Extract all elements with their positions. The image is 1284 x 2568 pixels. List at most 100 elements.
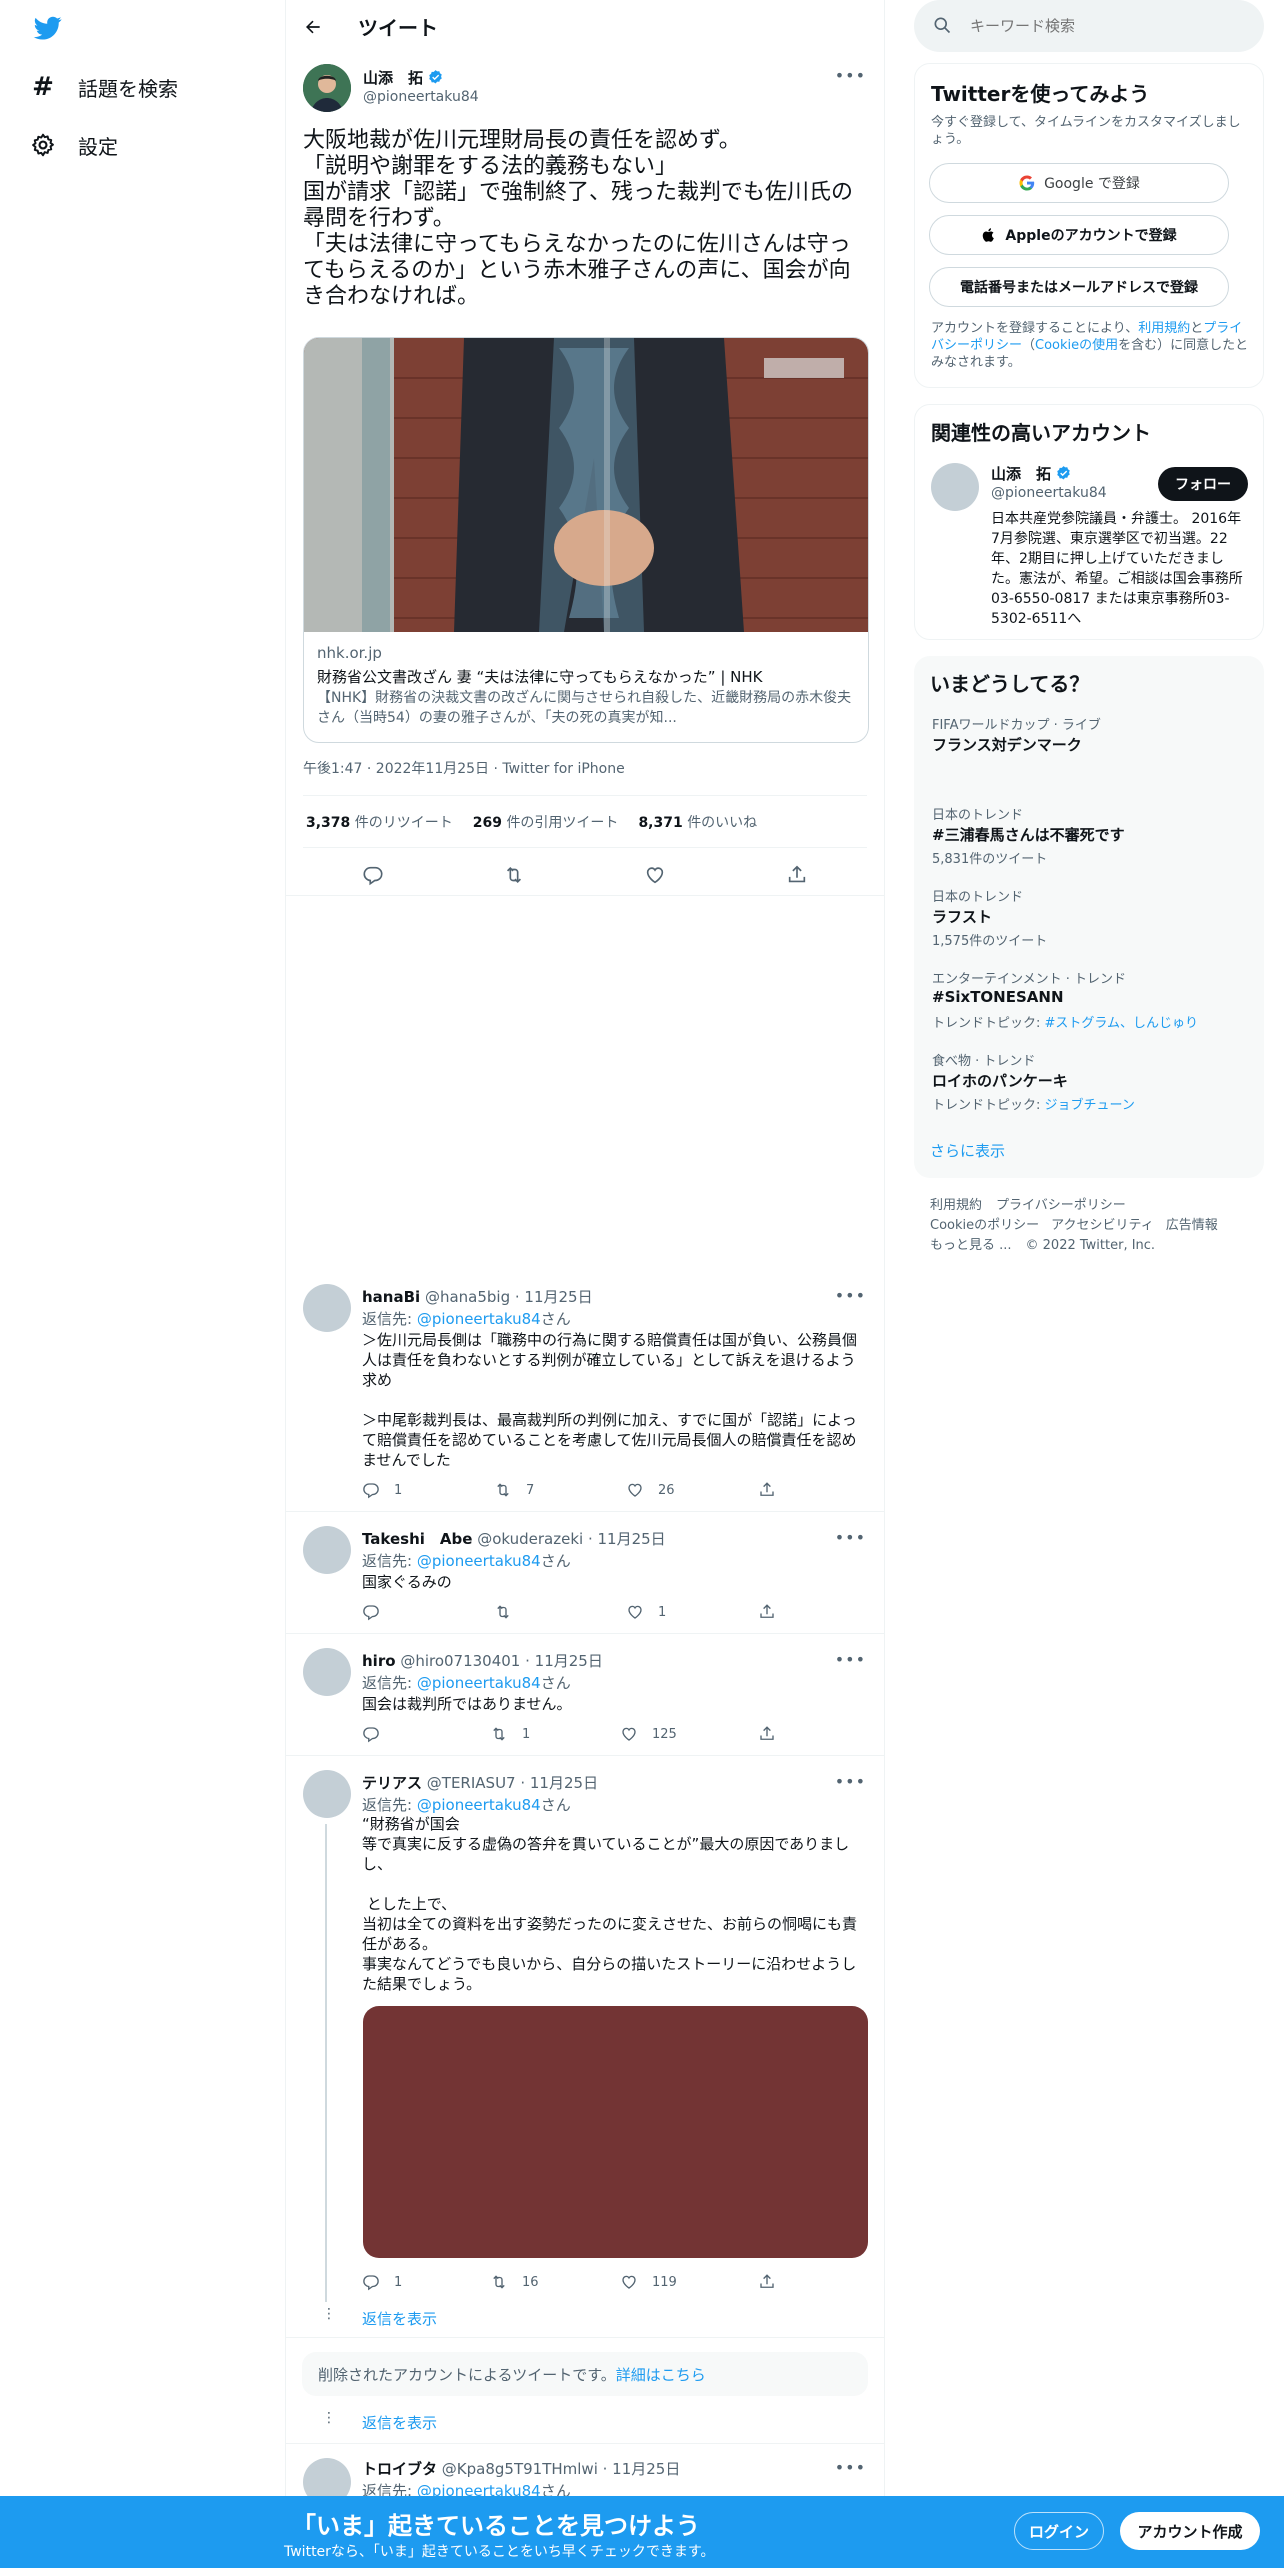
phone-email-signup-button[interactable]: 電話番号またはメールアドレスで登録	[929, 267, 1229, 307]
trend-item[interactable]: 食べ物 · トレンド ロイホのパンケーキ トレンドトピック: ジョブチューン	[914, 1050, 1264, 1126]
retweets-count: 3,378	[306, 815, 351, 831]
trend-item[interactable]: 日本のトレンド #三浦春馬さんは不審死です 5,831件のツイート	[914, 804, 1264, 880]
reply-action[interactable]	[362, 1603, 394, 1621]
link-card[interactable]: nhk.or.jp 財務省公文書改ざん 妻 “夫は法律に守ってもらえなかった” …	[303, 337, 869, 743]
avatar[interactable]	[303, 1648, 351, 1696]
reply-to-prefix: 返信先:	[362, 1796, 417, 1814]
quotes-stat[interactable]: 269 件の引用ツイート	[473, 812, 619, 832]
reply-text: 国家ぐるみの	[362, 1573, 452, 1591]
reply-author-handle[interactable]: @hana5big · 11月25日	[425, 1288, 593, 1306]
google-signup-button[interactable]: Google で登録	[929, 163, 1229, 203]
reply-action[interactable]: 1	[362, 1481, 402, 1499]
reply-author-handle[interactable]: @Kpa8g5T91THmlwi · 11月25日	[442, 2460, 681, 2478]
trend-item[interactable]: 日本のトレンド ラフスト 1,575件のツイート	[914, 886, 1264, 962]
like-icon[interactable]	[638, 858, 672, 892]
deleted-tweet-section: 削除されたアカウントによるツイートです。 詳細はこちら ⋮ 返信を表示	[286, 2338, 884, 2444]
terms-link[interactable]: 利用規約	[1138, 321, 1190, 336]
reply-tweet[interactable]: テリアス @TERIASU7 · 11月25日 ••• 返信先: @pionee…	[286, 1756, 884, 2338]
reply-author-name[interactable]: トロイブタ	[362, 2460, 437, 2478]
twitter-logo-icon[interactable]	[32, 14, 64, 42]
likes-stat[interactable]: 8,371 件のいいね	[638, 812, 757, 832]
reply-tweet[interactable]: hanaBi @hana5big · 11月25日 ••• 返信先: @pion…	[286, 1270, 884, 1512]
more-options-icon[interactable]: •••	[835, 1528, 866, 1547]
reply-author-handle[interactable]: @hiro07130401 · 11月25日	[400, 1652, 603, 1670]
back-arrow-icon[interactable]	[296, 10, 330, 44]
share-action[interactable]	[758, 2273, 776, 2291]
author-handle[interactable]: @pioneertaku84	[363, 89, 479, 105]
footer-accessibility-link[interactable]: アクセシビリティ	[1051, 1216, 1154, 1236]
nav-explore[interactable]: # 話題を検索	[30, 62, 178, 112]
trend-item[interactable]: エンターテインメント · トレンド #SixTONESANN トレンドトピック:…	[914, 968, 1264, 1044]
quotes-label: 件の引用ツイート	[506, 815, 619, 831]
tweet-meta[interactable]: 午後1:47 · 2022年11月25日 · Twitter for iPhon…	[303, 758, 625, 778]
show-replies-link[interactable]: 返信を表示	[362, 2412, 437, 2433]
avatar[interactable]	[931, 463, 979, 511]
reply-to-handle[interactable]: @pioneertaku84	[417, 1674, 541, 1692]
avatar[interactable]	[303, 1526, 351, 1574]
like-action[interactable]: 119	[620, 2273, 677, 2291]
reply-to-handle[interactable]: @pioneertaku84	[417, 1552, 541, 1570]
show-replies-link[interactable]: 返信を表示	[362, 2308, 437, 2329]
like-action[interactable]: 1	[626, 1603, 666, 1621]
more-options-icon[interactable]: •••	[835, 1286, 866, 1305]
share-icon[interactable]	[780, 858, 814, 892]
retweet-action[interactable]	[494, 1603, 526, 1621]
reply-tweet[interactable]: トロイブタ @Kpa8g5T91THmlwi · 11月25日 ••• 返信先:…	[286, 2444, 884, 2506]
search-box[interactable]	[914, 0, 1264, 52]
follow-button[interactable]: フォロー	[1158, 467, 1248, 501]
author-avatar[interactable]	[303, 64, 351, 112]
reply-to-handle[interactable]: @pioneertaku84	[417, 1796, 541, 1814]
reply-author-handle[interactable]: @TERIASU7 · 11月25日	[427, 1774, 598, 1792]
reply-to-handle[interactable]: @pioneertaku84	[417, 1310, 541, 1328]
more-options-icon[interactable]: •••	[835, 2458, 866, 2477]
trend-topics-link[interactable]: ジョブチューン	[1045, 1098, 1135, 1113]
reply-action[interactable]: 1	[362, 2273, 402, 2291]
login-button[interactable]: ログイン	[1014, 2512, 1104, 2550]
trend-item[interactable]: FIFAワールドカップ · ライブ フランス対デンマーク	[914, 714, 1264, 794]
reply-author-name[interactable]: hanaBi	[362, 1288, 420, 1306]
avatar[interactable]	[303, 1284, 351, 1332]
related-account-handle[interactable]: @pioneertaku84	[991, 485, 1107, 501]
more-options-icon[interactable]: •••	[835, 1650, 866, 1669]
learn-more-link[interactable]: 詳細はこちら	[616, 2364, 706, 2385]
reply-attached-image[interactable]	[363, 2006, 868, 2258]
footer-more-link[interactable]: もっと見る ...	[930, 1236, 1012, 1256]
search-input[interactable]	[970, 12, 1250, 40]
show-more-trends-link[interactable]: さらに表示	[930, 1140, 1005, 1161]
footer-terms-link[interactable]: 利用規約	[930, 1196, 982, 1216]
footer-cookie-link[interactable]: Cookieのポリシー	[930, 1216, 1039, 1236]
reply-author-name[interactable]: Takeshi Abe	[362, 1530, 472, 1548]
like-action[interactable]: 26	[626, 1481, 675, 1499]
footer-privacy-link[interactable]: プライバシーポリシー	[996, 1196, 1126, 1216]
apple-signup-button[interactable]: Appleのアカウントで登録	[929, 215, 1229, 255]
avatar[interactable]	[303, 1770, 351, 1818]
create-account-button[interactable]: アカウント作成	[1120, 2512, 1260, 2550]
more-options-icon[interactable]: •••	[835, 66, 866, 85]
share-action[interactable]	[758, 1481, 776, 1499]
retweet-action[interactable]: 16	[490, 2273, 539, 2291]
share-action[interactable]	[758, 1603, 776, 1621]
footer-ads-link[interactable]: 広告情報	[1166, 1216, 1218, 1236]
retweet-action[interactable]: 1	[490, 1725, 530, 1743]
reply-tweet[interactable]: hiro @hiro07130401 · 11月25日 ••• 返信先: @pi…	[286, 1634, 884, 1756]
reply-author-name[interactable]: テリアス	[362, 1774, 422, 1792]
reply-icon[interactable]	[356, 858, 390, 892]
more-options-icon[interactable]: •••	[835, 1772, 866, 1791]
reply-author-name[interactable]: hiro	[362, 1652, 396, 1670]
nav-settings[interactable]: 設定	[30, 120, 118, 170]
reply-author-handle[interactable]: @okuderazeki · 11月25日	[477, 1530, 665, 1548]
cookie-link[interactable]: Cookieの使用	[1035, 338, 1118, 353]
trend-topics-link[interactable]: #ストグラム、しんじゅり	[1045, 1016, 1199, 1031]
share-action[interactable]	[758, 1725, 776, 1743]
reply-action[interactable]	[362, 1725, 394, 1743]
trend-category: 日本のトレンド	[932, 890, 1024, 905]
reply-tweet[interactable]: Takeshi Abe @okuderazeki · 11月25日 ••• 返信…	[286, 1512, 884, 1634]
related-name-row[interactable]: 山添 拓	[991, 463, 1072, 484]
retweet-icon[interactable]	[497, 858, 531, 892]
retweets-stat[interactable]: 3,378 件のリツイート	[306, 812, 453, 832]
hashtag-icon: #	[32, 72, 54, 102]
retweet-action[interactable]: 7	[494, 1481, 534, 1499]
author-name-row[interactable]: 山添 拓	[363, 67, 444, 88]
reply-text: “財務省が国会 等で真実に反する虚偽の答弁を貫いていることが”最大の原因でありま…	[362, 1815, 858, 1993]
like-action[interactable]: 125	[620, 1725, 677, 1743]
